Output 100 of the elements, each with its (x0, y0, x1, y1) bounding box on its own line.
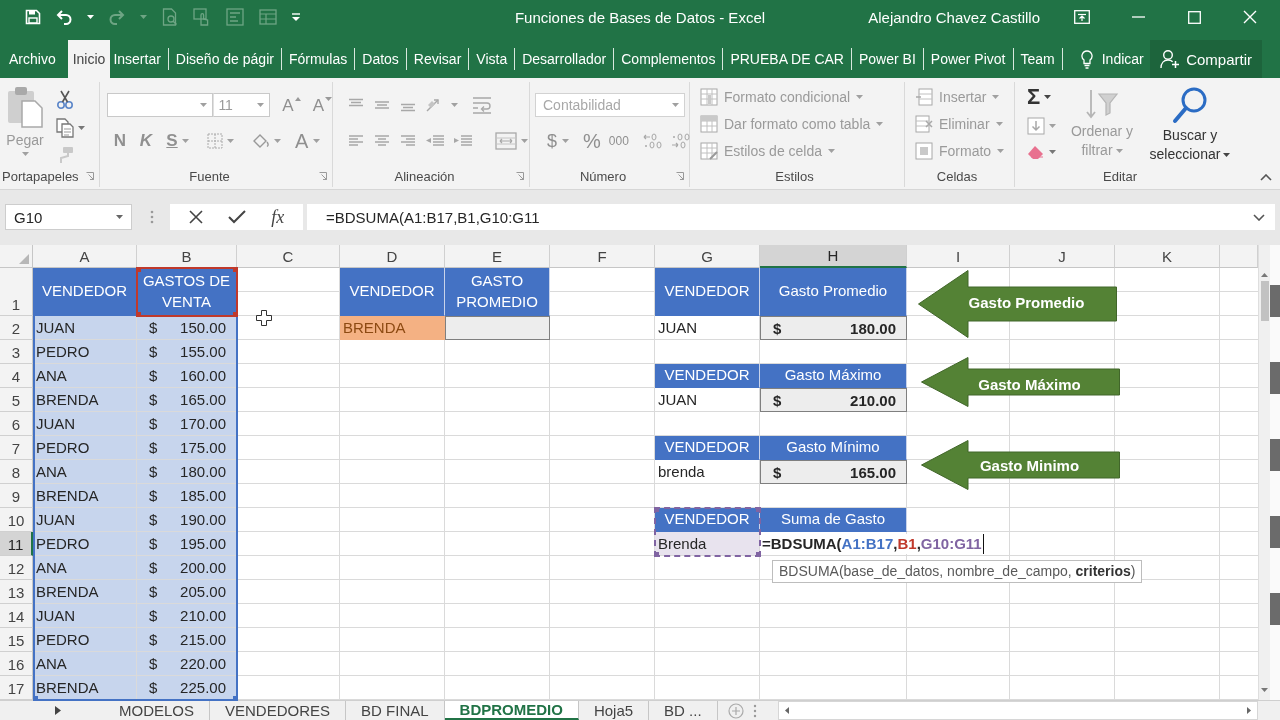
ribbon-tab[interactable]: Desarrollador (519, 40, 610, 78)
row-header[interactable]: 1 (0, 268, 33, 316)
caret-down-icon[interactable] (1044, 95, 1052, 99)
ribbon-tab[interactable]: Insertar (110, 40, 164, 78)
row-header[interactable]: 17 (0, 676, 33, 700)
scissors-icon[interactable] (56, 90, 74, 110)
font-name-field[interactable] (107, 93, 214, 117)
column-header[interactable]: D (340, 245, 445, 268)
caret-down-icon[interactable] (1223, 153, 1231, 158)
search-icon[interactable] (1172, 86, 1208, 124)
save-icon[interactable] (25, 9, 41, 25)
caret-down-icon[interactable] (1049, 150, 1056, 154)
copy-icon[interactable] (56, 118, 74, 138)
fill-down-icon[interactable] (1027, 117, 1045, 135)
row-header[interactable]: 14 (0, 604, 33, 628)
lightbulb-icon[interactable] (1080, 49, 1093, 69)
sheet-tab[interactable]: BDPROMEDIO (444, 701, 579, 720)
row-header[interactable]: 11 (0, 532, 33, 556)
sheet-tab[interactable]: BD ... (649, 701, 718, 720)
ribbon-tab[interactable]: Complementos (618, 40, 719, 78)
insert-function-button[interactable]: fx (271, 206, 285, 228)
row-header[interactable]: 5 (0, 388, 33, 412)
row-header[interactable]: 16 (0, 652, 33, 676)
row-header[interactable]: 13 (0, 580, 33, 604)
scroll-right-icon[interactable] (1247, 707, 1251, 714)
ribbon-tab[interactable]: Diseño de págir (172, 40, 277, 78)
decrease-indent-icon[interactable] (425, 134, 445, 148)
redo-icon[interactable] (109, 9, 125, 25)
row-header[interactable]: 9 (0, 484, 33, 508)
maximize-icon[interactable] (1187, 10, 1201, 24)
ribbon-display-icon[interactable] (1074, 10, 1090, 24)
row-header[interactable]: 12 (0, 556, 33, 580)
find-select-button[interactable]: Buscar y seleccionar (1144, 82, 1236, 165)
customize-icon[interactable] (292, 13, 300, 21)
align-left-icon[interactable] (347, 134, 365, 148)
ribbon-tab[interactable]: Datos (359, 40, 402, 78)
sheet-tab[interactable]: BD FINAL (346, 701, 445, 720)
scrollbar-thumb[interactable] (1260, 281, 1269, 321)
increase-decimal-icon[interactable] (642, 133, 663, 149)
column-header[interactable]: B (137, 245, 237, 268)
align-middle-icon[interactable] (373, 98, 391, 112)
ribbon-tab[interactable]: PRUEBA DE CAR (727, 40, 847, 78)
align-right-icon[interactable] (399, 134, 417, 148)
scroll-left-icon[interactable] (785, 707, 789, 714)
ribbon-tab[interactable]: Revisar (410, 40, 465, 78)
vertical-scrollbar[interactable] (1258, 245, 1270, 700)
column-header[interactable] (1220, 245, 1258, 268)
person-add-icon[interactable] (1160, 49, 1181, 69)
select-all-button[interactable] (0, 245, 33, 268)
formula-field[interactable]: =BDSUMA(A1:B17,B1,G10:G11 (307, 204, 1275, 230)
row-header[interactable]: 3 (0, 340, 33, 364)
column-header[interactable]: G (655, 245, 760, 268)
column-header[interactable]: A (33, 245, 137, 268)
caret-down-icon[interactable] (116, 215, 123, 219)
ribbon-tab[interactable]: Inicio (67, 40, 111, 78)
row-header[interactable]: 2 (0, 316, 33, 340)
increase-indent-icon[interactable] (453, 134, 473, 148)
ribbon-tab[interactable]: Team (1017, 40, 1058, 78)
sheet-tab[interactable]: Hoja5 (578, 701, 650, 720)
collapse-ribbon-icon[interactable] (1260, 174, 1272, 181)
cell-formula[interactable]: =BDSUMA(A1:B17,B1,G10:G11 (762, 533, 984, 554)
close-icon[interactable] (1243, 10, 1257, 24)
new-sheet-icon[interactable] (727, 702, 744, 719)
merge-cells-icon[interactable] (495, 132, 517, 150)
column-header[interactable]: H (760, 245, 907, 268)
print-preview-icon[interactable] (162, 8, 178, 26)
share-button[interactable]: Compartir (1150, 40, 1262, 78)
row-header[interactable]: 7 (0, 436, 33, 460)
align-center-icon[interactable] (373, 134, 391, 148)
caret-up-icon[interactable] (294, 96, 301, 101)
ribbon-tab[interactable]: Archivo (6, 40, 59, 78)
form-icon[interactable] (226, 8, 244, 26)
column-header[interactable]: F (550, 245, 655, 268)
eraser-icon[interactable] (1027, 144, 1045, 160)
ribbon-tab[interactable]: Power BI (856, 40, 919, 78)
caret-down-icon[interactable] (78, 126, 85, 130)
autosum-button[interactable]: Σ (1027, 86, 1041, 108)
next-sheet-icon[interactable] (55, 706, 61, 715)
dialog-launcher-icon[interactable] (319, 172, 327, 180)
minimize-icon[interactable] (1131, 16, 1145, 18)
table-icon[interactable] (259, 9, 277, 25)
chevron-down-icon[interactable] (1253, 213, 1265, 221)
row-header[interactable]: 6 (0, 412, 33, 436)
dialog-launcher-icon[interactable] (516, 172, 524, 180)
dialog-launcher-icon[interactable] (86, 172, 94, 180)
cancel-icon[interactable] (188, 210, 203, 224)
name-box[interactable]: G10 (5, 204, 132, 230)
enter-icon[interactable] (228, 210, 246, 224)
tell-me-button[interactable]: Indicar (1076, 40, 1148, 78)
row-header[interactable]: 4 (0, 364, 33, 388)
dialog-launcher-icon[interactable] (676, 172, 684, 180)
column-header[interactable]: I (907, 245, 1010, 268)
column-header[interactable]: E (445, 245, 550, 268)
ribbon-tab[interactable]: Power Pivot (927, 40, 1009, 78)
column-header[interactable]: K (1115, 245, 1220, 268)
ribbon-tab[interactable]: Fórmulas (285, 40, 351, 78)
fill-color-icon[interactable] (252, 133, 270, 149)
scroll-down-icon[interactable] (1261, 688, 1268, 692)
hand-icon[interactable] (193, 8, 211, 26)
decrease-decimal-icon[interactable] (670, 133, 691, 149)
